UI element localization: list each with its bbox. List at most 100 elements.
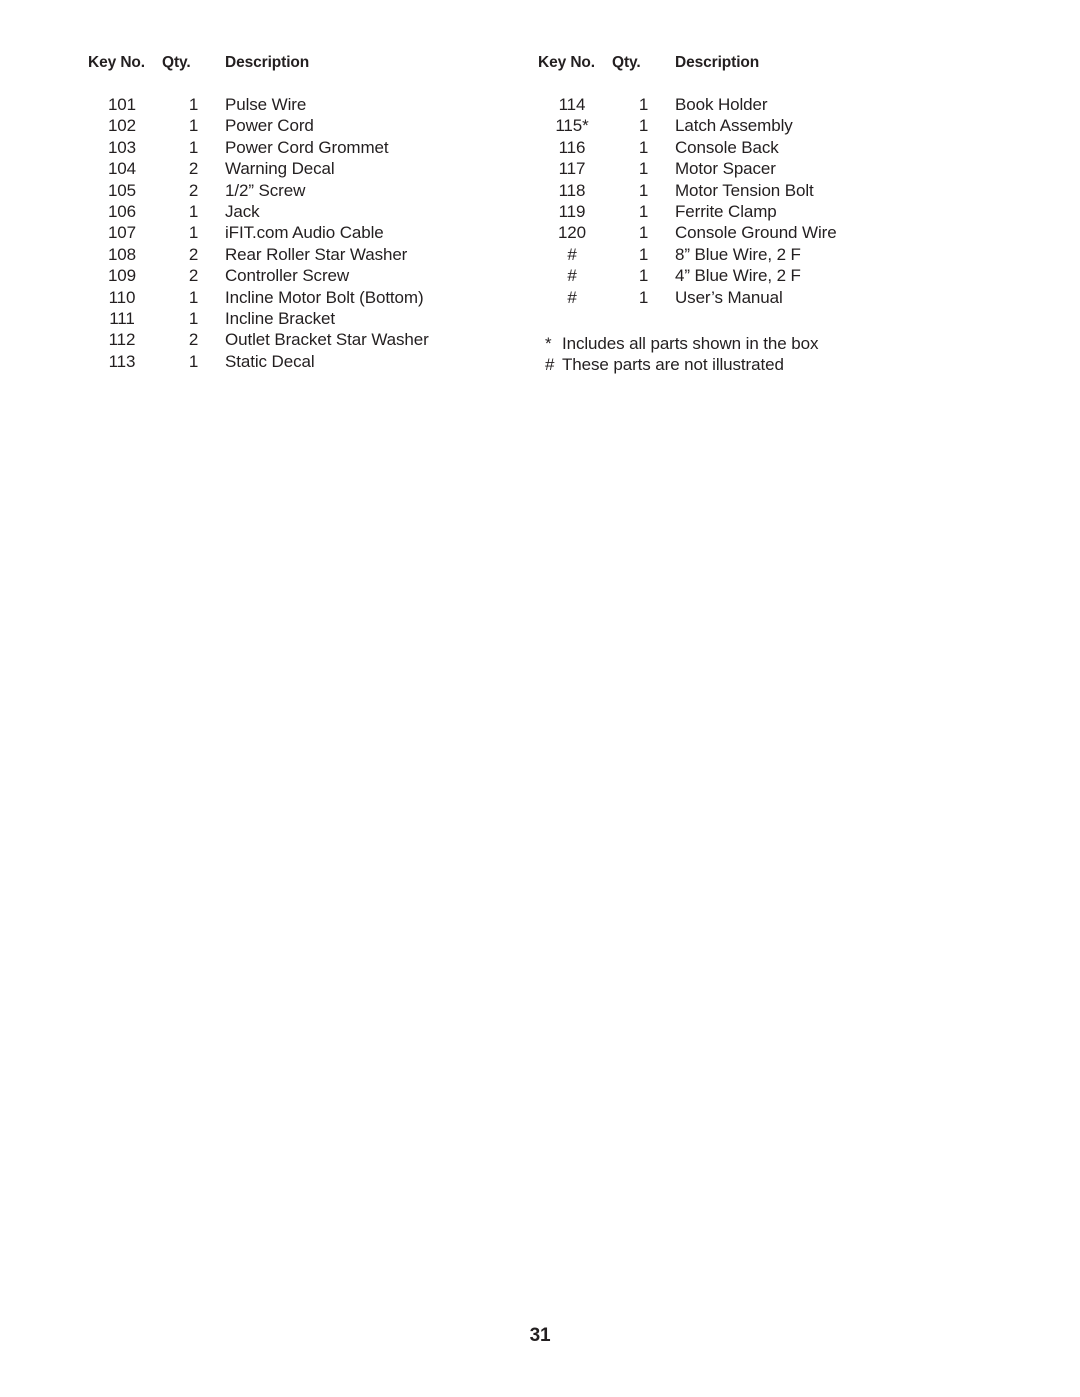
cell-key-no: 106 xyxy=(107,201,137,221)
cell-key-no: 113 xyxy=(108,351,136,371)
cell-qty: 1 xyxy=(638,244,649,264)
cell-qty: 1 xyxy=(638,201,649,221)
cell-key-no: # xyxy=(567,244,577,264)
table-row: 115* 1 Latch Assembly xyxy=(538,116,837,137)
column-header-qty: Qty. xyxy=(162,54,191,71)
cell-description: Incline Bracket xyxy=(225,308,335,328)
cell-qty: 1 xyxy=(638,223,649,243)
cell-qty: 1 xyxy=(638,95,649,114)
cell-key-no: 103 xyxy=(107,137,137,157)
table-row: 106 1 Jack xyxy=(88,202,429,223)
column-header-qty: Qty. xyxy=(612,54,641,71)
cell-key-no: # xyxy=(567,266,577,286)
page-number: 31 xyxy=(529,1325,551,1346)
table-row: 104 2 Warning Decal xyxy=(88,159,429,180)
cell-description: Power Cord Grommet xyxy=(225,137,389,157)
cell-key-no: 118 xyxy=(558,180,586,200)
cell-description: Motor Tension Bolt xyxy=(675,180,814,200)
cell-qty: 2 xyxy=(188,180,199,200)
cell-description: 4” Blue Wire, 2 F xyxy=(675,266,801,286)
cell-key-no: 109 xyxy=(107,266,137,286)
cell-description: Warning Decal xyxy=(225,159,335,179)
column-header-key-no: Key No. xyxy=(538,54,596,71)
table-row: 103 1 Power Cord Grommet xyxy=(88,138,429,159)
table-row: # 1 4” Blue Wire, 2 F xyxy=(538,266,837,287)
cell-key-no: 115* xyxy=(538,116,612,136)
cell-key-no: 108 xyxy=(107,244,137,264)
footnote-text: These parts are not illustrated xyxy=(562,355,784,375)
cell-key-no: 120 xyxy=(557,223,587,243)
table-row: 114 1 Book Holder xyxy=(538,95,837,116)
table-row: 108 2 Rear Roller Star Washer xyxy=(88,245,429,266)
table-row: 119 1 Ferrite Clamp xyxy=(538,202,837,223)
table-row: 102 1 Power Cord xyxy=(88,116,429,137)
table-row: 117 1 Motor Spacer xyxy=(538,159,837,180)
cell-description: Console Back xyxy=(675,137,779,157)
cell-qty: 1 xyxy=(638,116,649,136)
table-header-left: Key No. Qty. Description xyxy=(88,54,429,78)
footnote-text: Includes all parts shown in the box xyxy=(562,334,819,353)
cell-key-no: 114 xyxy=(558,95,586,114)
cell-description: User’s Manual xyxy=(675,287,783,307)
cell-key-no: 101 xyxy=(107,95,137,114)
footnote-asterisk: * Includes all parts shown in the box xyxy=(545,334,818,355)
cell-key-no: 105 xyxy=(107,180,137,200)
cell-key-no: 119 xyxy=(558,201,586,221)
cell-description: Book Holder xyxy=(675,95,768,114)
cell-qty: 2 xyxy=(188,266,199,286)
cell-qty: 2 xyxy=(188,244,199,264)
footnote-marker: * xyxy=(545,334,552,353)
cell-description: Outlet Bracket Star Washer xyxy=(225,330,429,350)
table-row: # 1 User’s Manual xyxy=(538,288,837,309)
cell-qty: 1 xyxy=(188,116,199,136)
cell-description: Controller Screw xyxy=(225,266,350,286)
cell-description: 1/2” Screw xyxy=(225,180,306,200)
cell-qty: 2 xyxy=(188,159,199,179)
column-header-description: Description xyxy=(225,54,310,71)
cell-qty: 1 xyxy=(188,201,199,221)
cell-key-no: 107 xyxy=(107,223,137,243)
cell-qty: 1 xyxy=(188,308,199,328)
footnotes: * Includes all parts shown in the box # … xyxy=(545,334,818,377)
footnote-marker: # xyxy=(545,355,555,375)
table-row: 111 1 Incline Bracket xyxy=(88,309,429,330)
cell-qty: 1 xyxy=(638,159,649,179)
cell-description: Static Decal xyxy=(225,351,315,371)
cell-key-no: 110 xyxy=(108,287,136,307)
cell-key-no: 117 xyxy=(558,159,586,179)
table-row: 112 2 Outlet Bracket Star Washer xyxy=(88,330,429,351)
cell-qty: 1 xyxy=(188,223,199,243)
cell-qty: 1 xyxy=(188,287,199,307)
table-body-right: 114 1 Book Holder 115* 1 Latch Assembly … xyxy=(538,95,837,309)
cell-description: 8” Blue Wire, 2 F xyxy=(675,244,801,264)
table-row: 107 1 iFIT.com Audio Cable xyxy=(88,223,429,244)
cell-description: Latch Assembly xyxy=(675,116,793,136)
cell-description: Ferrite Clamp xyxy=(675,201,777,221)
cell-description: Incline Motor Bolt (Bottom) xyxy=(225,287,424,307)
column-header-description: Description xyxy=(675,54,760,71)
cell-key-no: 104 xyxy=(107,159,137,179)
cell-key-no: # xyxy=(567,287,577,307)
table-body-left: 101 1 Pulse Wire 102 1 Power Cord 103 1 … xyxy=(88,95,429,373)
cell-qty: 1 xyxy=(638,266,649,286)
parts-table-right: Key No. Qty. Description 114 1 Book Hold… xyxy=(538,54,837,309)
cell-description: Pulse Wire xyxy=(225,95,307,114)
cell-description: Motor Spacer xyxy=(675,159,776,179)
table-row: 118 1 Motor Tension Bolt xyxy=(538,181,837,202)
table-header-right: Key No. Qty. Description xyxy=(538,54,837,78)
column-header-key-no: Key No. xyxy=(88,54,146,71)
footnote-asterisk-marker: * xyxy=(582,116,589,136)
cell-description: Rear Roller Star Washer xyxy=(225,244,408,264)
parts-list-page: Key No. Qty. Description 101 1 Pulse Wir… xyxy=(0,0,1080,1397)
cell-key-no: 112 xyxy=(108,330,136,350)
cell-description: Jack xyxy=(225,201,260,221)
cell-key-no: 102 xyxy=(107,116,137,136)
cell-qty: 1 xyxy=(638,180,649,200)
table-row: 120 1 Console Ground Wire xyxy=(538,223,837,244)
cell-key-no: 111 xyxy=(109,308,135,328)
cell-qty: 1 xyxy=(638,137,649,157)
table-row: 105 2 1/2” Screw xyxy=(88,181,429,202)
cell-qty: 2 xyxy=(188,330,199,350)
cell-key-no-value: 115 xyxy=(555,116,583,136)
cell-qty: 1 xyxy=(188,137,199,157)
